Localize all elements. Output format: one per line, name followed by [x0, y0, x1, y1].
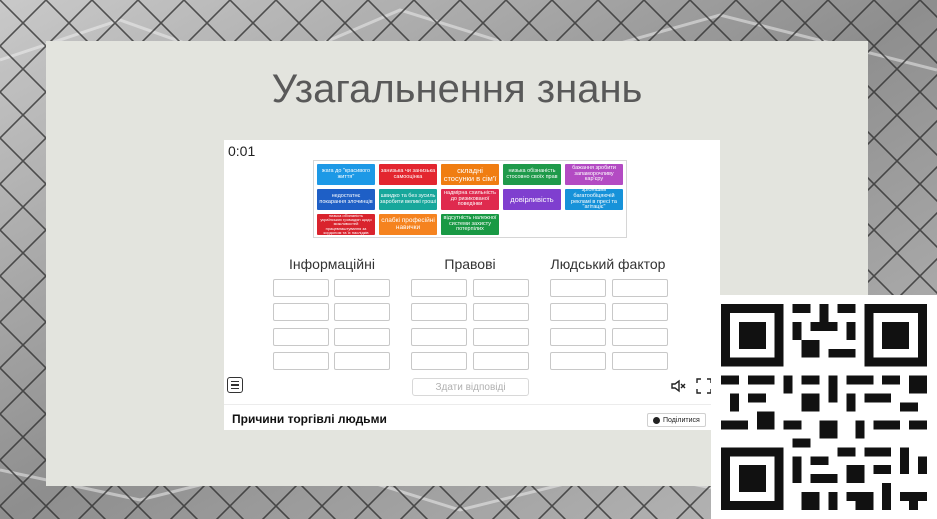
drop-slot[interactable]	[612, 352, 668, 370]
tile[interactable]: недостатнє покарання злочинців	[317, 189, 375, 210]
column-heading-legal: Правові	[444, 256, 496, 272]
tile[interactable]: бажання зробити запаморочливу кар'єру	[565, 164, 623, 185]
activity-title: Причини торгівлі людьми	[232, 412, 387, 426]
qr-code[interactable]	[711, 295, 937, 519]
drop-slot[interactable]	[473, 303, 529, 321]
tile[interactable]: довірливість	[503, 189, 561, 210]
drop-slot[interactable]	[411, 328, 467, 346]
column-heading-human-factor: Людський фактор	[550, 256, 666, 272]
globe-icon	[653, 416, 660, 424]
tile[interactable]: зрібніший багатообіцяючій рекламі в прес…	[565, 189, 623, 210]
drop-slot[interactable]	[273, 352, 329, 370]
drop-slot[interactable]	[550, 328, 606, 346]
drop-slot[interactable]	[550, 303, 606, 321]
tile[interactable]: слабкі професійні навички	[379, 214, 437, 235]
quiz-embed: 0:01 жага до "красивого життя" занизька …	[224, 140, 720, 430]
drop-slot[interactable]	[612, 328, 668, 346]
column-heading-informational: Інформаційні	[289, 256, 375, 272]
tile[interactable]: швидко та без зусиль заробити великі гро…	[379, 189, 437, 210]
drop-slot[interactable]	[612, 303, 668, 321]
drop-slot[interactable]	[334, 303, 390, 321]
mute-icon[interactable]	[670, 378, 686, 394]
drop-slot[interactable]	[411, 352, 467, 370]
tile[interactable]: надмірна схильність до ризикованої повед…	[441, 189, 499, 210]
drop-slot[interactable]	[411, 303, 467, 321]
drop-slot[interactable]	[273, 279, 329, 297]
activity-footer: Причини торгівлі людьми Поділитися	[224, 404, 720, 430]
drop-slot[interactable]	[473, 328, 529, 346]
drop-slot[interactable]	[334, 279, 390, 297]
tile-pool: жага до "красивого життя" занизька чи за…	[313, 160, 627, 238]
drop-slot[interactable]	[411, 279, 467, 297]
tile[interactable]: відсутність належної системи захисту пот…	[441, 214, 499, 235]
tile[interactable]: низька обізнаність українських громадян …	[317, 214, 375, 235]
fullscreen-icon[interactable]	[696, 378, 712, 394]
drop-slot[interactable]	[273, 328, 329, 346]
drop-slot[interactable]	[273, 303, 329, 321]
tile[interactable]: жага до "красивого життя"	[317, 164, 375, 185]
drop-slot[interactable]	[612, 279, 668, 297]
share-button[interactable]: Поділитися	[647, 413, 706, 427]
share-label: Поділитися	[663, 416, 700, 424]
submit-button[interactable]: Здати відповіді	[412, 378, 529, 396]
slide-title: Узагальнення знань	[271, 67, 643, 111]
timer: 0:01	[228, 143, 256, 159]
tile[interactable]: низька обізнаність стосовно своїх прав	[503, 164, 561, 185]
tile[interactable]: складні стосунки в сім'ї	[441, 164, 499, 185]
tile[interactable]: занизька чи занизька самооцінка	[379, 164, 437, 185]
drop-slot[interactable]	[550, 279, 606, 297]
menu-icon[interactable]	[227, 377, 243, 393]
drop-slot[interactable]	[473, 352, 529, 370]
drop-slot[interactable]	[334, 352, 390, 370]
drop-slot[interactable]	[473, 279, 529, 297]
drop-slot[interactable]	[550, 352, 606, 370]
drop-slot[interactable]	[334, 328, 390, 346]
